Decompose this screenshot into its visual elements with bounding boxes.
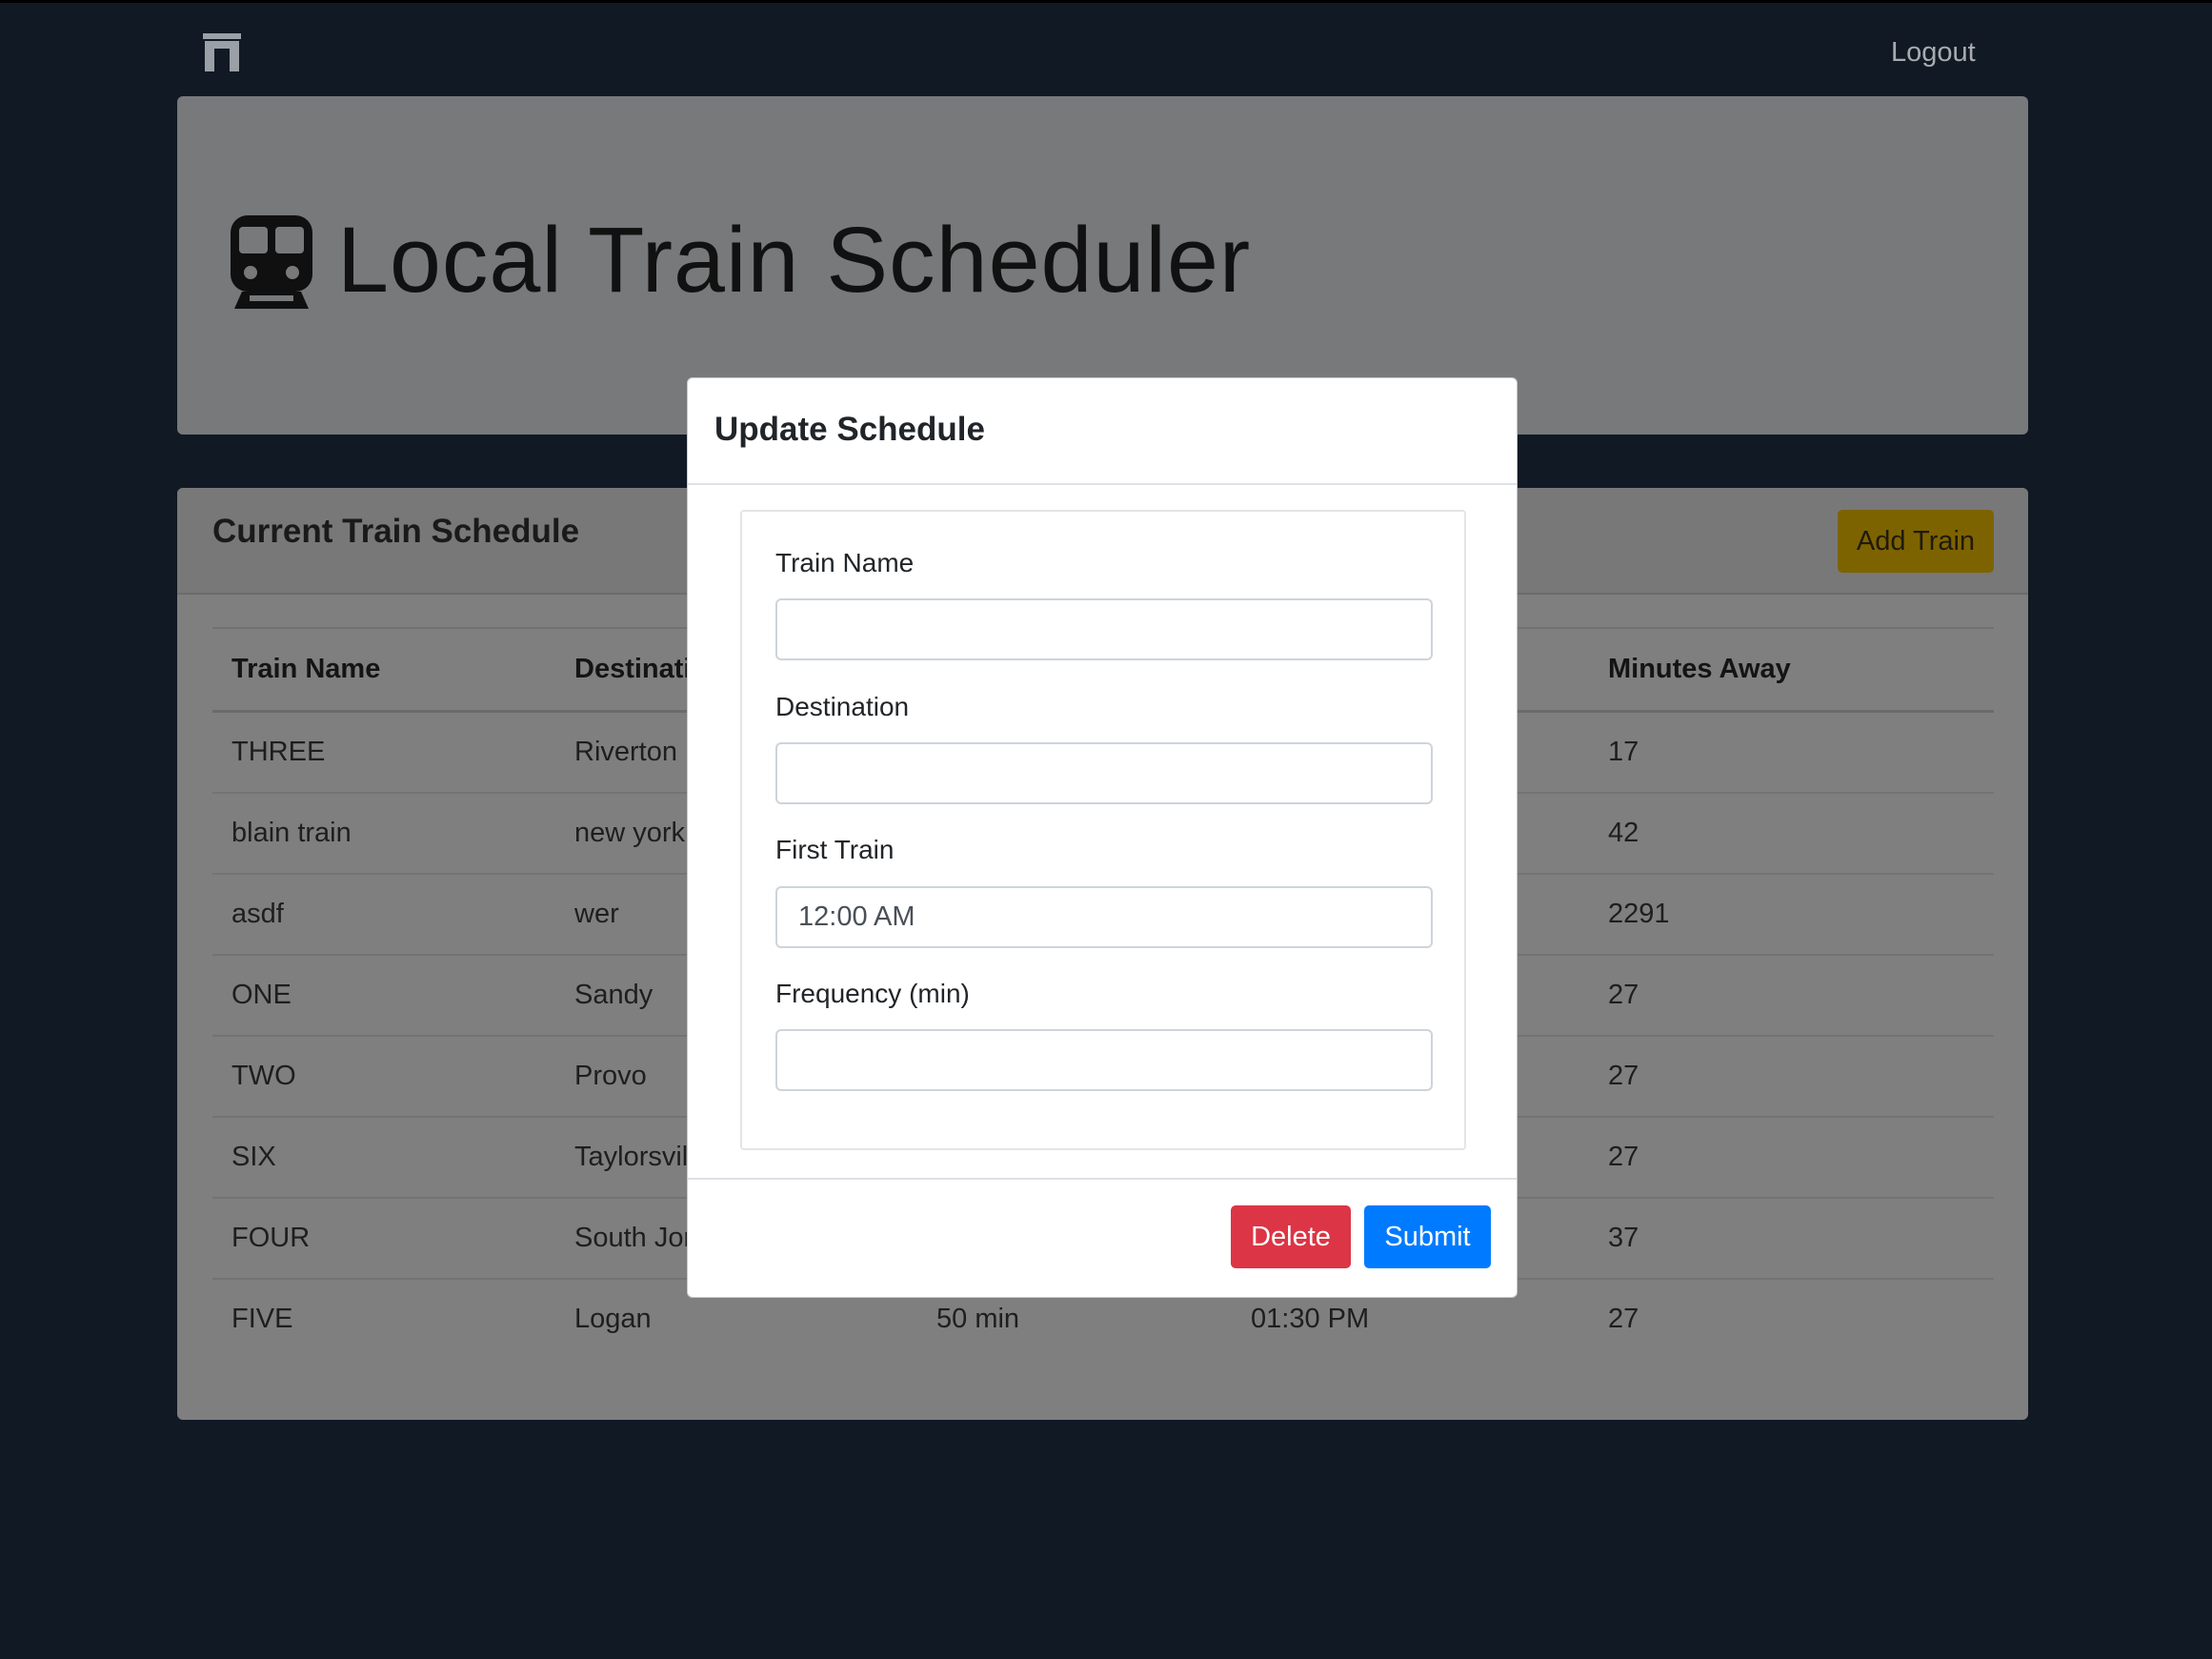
cell-train-name: ONE — [212, 955, 555, 1037]
cell-minutes-away: 17 — [1589, 711, 1994, 794]
cell-minutes-away: 2291 — [1589, 874, 1994, 956]
destination-input[interactable] — [775, 742, 1433, 804]
cell-train-name: asdf — [212, 874, 555, 956]
cell-train-name: blain train — [212, 793, 555, 875]
archway-icon[interactable] — [203, 33, 241, 71]
destination-label: Destination — [775, 692, 910, 721]
cell-train-name: TWO — [212, 1036, 555, 1118]
col-train-name: Train Name — [212, 627, 555, 713]
cell-minutes-away: 27 — [1589, 955, 1994, 1037]
cell-train-name: FIVE — [231, 1304, 293, 1334]
logout-link[interactable]: Logout — [1891, 37, 1976, 69]
add-train-button[interactable]: Add Train — [1838, 510, 1994, 573]
cell-minutes-away: 27 — [1589, 1117, 1994, 1199]
modal-header: Update Schedule — [688, 378, 1517, 485]
cell-minutes-away: 42 — [1589, 793, 1994, 875]
first-train-input[interactable] — [775, 886, 1433, 948]
modal-footer: Delete Submit — [688, 1178, 1517, 1299]
train-name-input[interactable] — [775, 598, 1433, 660]
submit-button[interactable]: Submit — [1364, 1205, 1491, 1268]
delete-button[interactable]: Delete — [1231, 1205, 1351, 1268]
modal-title: Update Schedule — [714, 411, 985, 448]
first-train-label: First Train — [775, 835, 895, 864]
page-title: Local Train Scheduler — [337, 208, 1252, 312]
subway-icon — [231, 215, 312, 309]
cell-train-name: THREE — [212, 711, 555, 794]
frequency-input[interactable] — [775, 1029, 1433, 1091]
col-minutes-away: Minutes Away — [1589, 627, 1994, 713]
train-name-label: Train Name — [775, 548, 915, 577]
schedule-form: Train Name Destination First Train Frequ… — [740, 510, 1466, 1150]
update-schedule-modal: Update Schedule Train Name Destination F… — [687, 377, 1518, 1298]
navbar: Logout — [0, 0, 2212, 95]
frequency-label: Frequency (min) — [775, 979, 970, 1008]
cell-minutes-away: 37 — [1589, 1198, 1994, 1280]
schedule-title: Current Train Schedule — [212, 513, 580, 550]
cell-minutes-away: 27 — [1589, 1036, 1994, 1118]
cell-minutes-away: 27 — [1608, 1304, 1639, 1334]
cell-train-name: SIX — [212, 1117, 555, 1199]
cell-train-name: FOUR — [212, 1198, 555, 1280]
